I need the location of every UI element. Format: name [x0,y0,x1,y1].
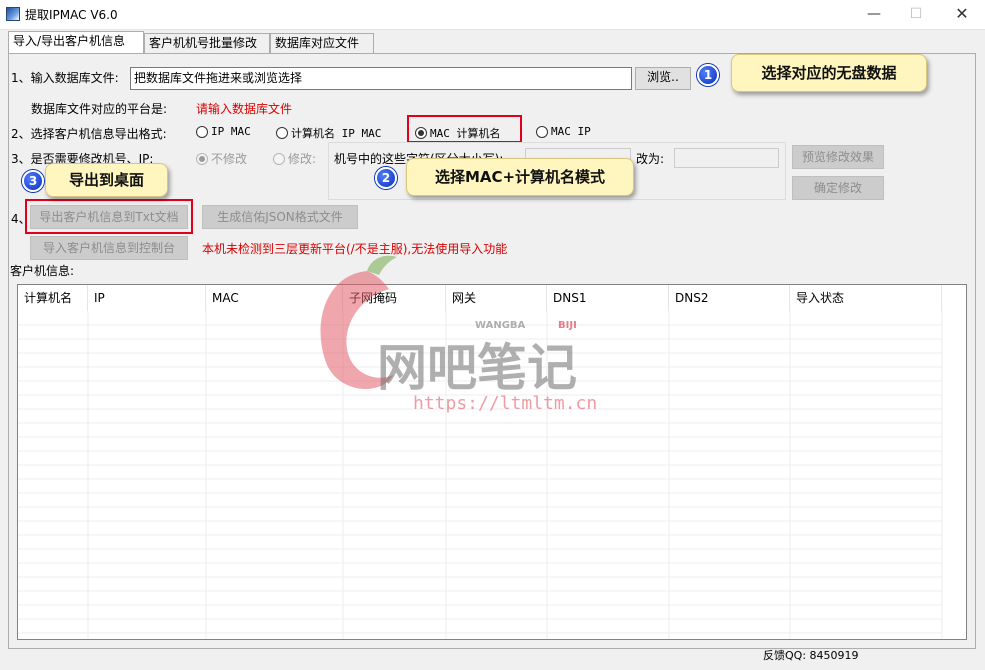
tab-panel: 1、输入数据库文件: 把数据库文件拖进来或浏览选择 浏览.. 数据库文件对应的平… [8,53,976,649]
column-gateway[interactable]: 网关 [446,285,547,311]
column-mac[interactable]: MAC [206,285,343,311]
radio-dot [196,125,208,138]
callout-2: 选择MAC+计算机名模式 [406,158,634,196]
callout-1: 选择对应的无盘数据 [731,54,927,92]
radio-label: 不修改 [211,152,248,166]
client-info-label: 客户机信息: [10,264,75,278]
preview-button[interactable]: 预览修改效果 [792,145,884,169]
radio-modify[interactable]: 修改: [273,150,316,167]
column-subnet[interactable]: 子网掩码 [343,285,446,311]
radio-label: 计算机名 IP MAC [291,127,382,140]
callout-3: 导出到桌面 [45,163,168,197]
table-gridlines [18,311,943,639]
badge-1: 1 [697,64,719,86]
tab-batch-modify[interactable]: 客户机机号批量修改 [144,33,270,53]
tab-import-export[interactable]: 导入/导出客户机信息 [8,31,144,53]
minimize-icon[interactable]: — [851,0,897,30]
title-bar: 提取IPMAC V6.0 — ☐ ✕ [0,0,985,30]
badge-2: 2 [375,167,397,189]
column-import-status[interactable]: 导入状态 [790,285,942,311]
radio-no-modify[interactable]: 不修改 [196,150,247,167]
column-hostname[interactable]: 计算机名 [18,285,88,311]
step2-label: 2、选择客户机信息导出格式: [11,127,167,141]
highlight-export-txt [25,199,193,234]
radio-dot [276,127,288,139]
radio-label: IP MAC [211,125,251,138]
radio-dot [273,152,285,165]
radio-ip-mac[interactable]: IP MAC [196,125,251,138]
radio-label: MAC IP [551,125,591,138]
step1-label: 1、输入数据库文件: [11,71,119,85]
import-console-button[interactable]: 导入客户机信息到控制台 [30,236,188,260]
radio-mac-ip[interactable]: MAC IP [536,125,591,138]
platform-value: 请输入数据库文件 [196,102,293,116]
app-icon [6,7,20,21]
highlight-mac-hostname [407,115,522,143]
platform-label: 数据库文件对应的平台是: [31,102,168,116]
change-to-label: 改为: [636,152,665,166]
radio-label: 修改: [288,152,317,166]
database-file-input[interactable]: 把数据库文件拖进来或浏览选择 [130,67,632,90]
column-ip[interactable]: IP [88,285,206,311]
table-header: 计算机名 IP MAC 子网掩码 网关 DNS1 DNS2 导入状态 [18,285,966,311]
browse-button[interactable]: 浏览.. [635,67,691,90]
feedback-qq: 反馈QQ: 8450919 [763,649,859,662]
import-warning: 本机未检测到三层更新平台(/不是主服),无法使用导入功能 [202,242,508,256]
change-to-input[interactable] [674,148,779,168]
column-dns2[interactable]: DNS2 [669,285,790,311]
close-icon[interactable]: ✕ [939,0,985,30]
radio-dot [536,125,548,138]
radio-dot [196,152,208,165]
generate-json-button[interactable]: 生成信佑JSON格式文件 [202,205,358,229]
window-title: 提取IPMAC V6.0 [25,8,118,22]
column-dns1[interactable]: DNS1 [547,285,669,311]
client-table[interactable]: 计算机名 IP MAC 子网掩码 网关 DNS1 DNS2 导入状态 [17,284,967,640]
tab-database-files[interactable]: 数据库对应文件 [270,33,374,53]
radio-hostname-ip-mac[interactable]: 计算机名 IP MAC [276,125,381,141]
badge-3: 3 [22,170,44,192]
maximize-icon[interactable]: ☐ [893,0,939,30]
confirm-modify-button[interactable]: 确定修改 [792,176,884,200]
